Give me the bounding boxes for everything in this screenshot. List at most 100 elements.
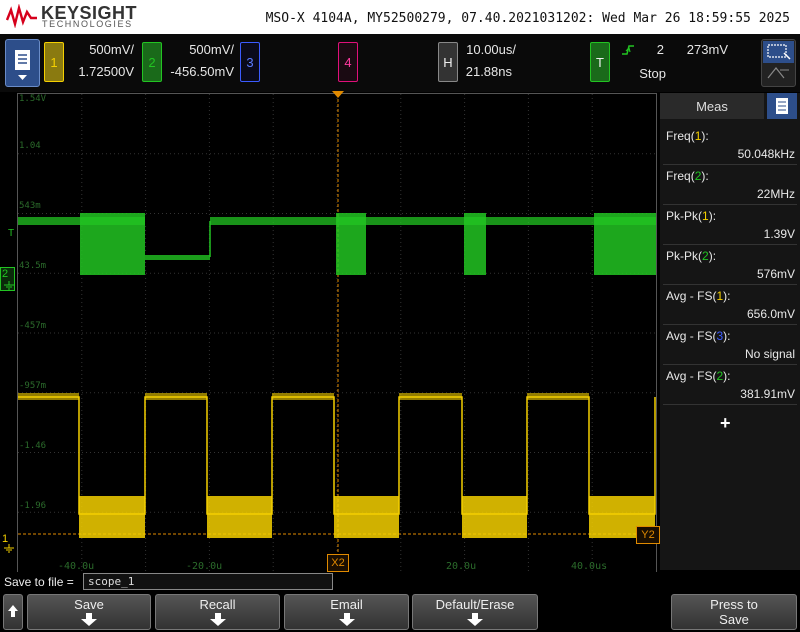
save-softkey[interactable]: Save [27, 594, 151, 630]
press-to-label: Press to [710, 597, 758, 612]
channel-2-gap [145, 217, 210, 225]
channel-2-burst [80, 213, 145, 275]
channel-1-noise-band [207, 496, 272, 538]
meas-name: Pk-Pk [666, 209, 699, 223]
meas-label: Avg - FS(1): [666, 289, 731, 303]
meas-name: Freq [666, 169, 691, 183]
ground-icon [4, 544, 14, 553]
cursor-y2-label: Y2 [641, 529, 655, 541]
meas-row[interactable]: Avg - FS(3): No signal [663, 325, 797, 365]
add-measurement-button[interactable]: + [720, 413, 731, 434]
volt-label-2: 543m [19, 201, 41, 211]
meas-menu-button[interactable] [767, 93, 797, 119]
trigger-source: 2 [656, 42, 664, 57]
channel-1-noise-band [79, 496, 145, 538]
meas-value: 576mV [756, 267, 795, 281]
email-softkey-label: Email [330, 597, 363, 612]
menu-icon [776, 98, 788, 114]
meas-name: Avg - FS [666, 369, 713, 383]
channel-1-noise-band [399, 393, 462, 400]
meas-channel: 3 [716, 329, 724, 343]
volt-label-0: 1.54V [19, 94, 47, 104]
meas-channel: 2 [694, 169, 702, 183]
cursor-y2-marker[interactable]: Y2 [636, 526, 660, 544]
save-to-file-label: Save to file = [4, 575, 74, 589]
meas-value: 22MHz [756, 187, 795, 201]
meas-name: Pk-Pk [666, 249, 699, 263]
save-softkey-label: Save [74, 597, 104, 612]
meas-value: 381.91mV [740, 387, 795, 401]
meas-label: Freq(1): [666, 129, 709, 143]
trigger-button[interactable]: T [590, 42, 610, 82]
default-erase-softkey[interactable]: Default/Erase [412, 594, 538, 630]
volt-label-5: -957m [19, 381, 47, 391]
brand-sub: TECHNOLOGIES [42, 19, 133, 29]
channel-2-offset: -456.50mV [170, 64, 234, 79]
waveform-display[interactable] [17, 93, 657, 573]
meas-row[interactable]: Freq(1): 50.048kHz [663, 125, 797, 165]
trigger-level-marker: T [8, 228, 15, 239]
meas-row[interactable]: Pk-Pk(2): 576mV [663, 245, 797, 285]
zoom-icon [763, 41, 794, 79]
channel-2-low-segment [145, 255, 210, 260]
channel-3-button[interactable]: 3 [240, 42, 260, 82]
volt-label-3: 43.5m [19, 261, 47, 271]
channel-1-offset: 1.72500V [78, 64, 134, 79]
meas-row[interactable]: Freq(2): 22MHz [663, 165, 797, 205]
channel-2-button[interactable]: 2 [142, 42, 162, 82]
cursor-x2-label: X2 [331, 557, 345, 569]
meas-value: No signal [744, 347, 795, 361]
meas-divider [663, 404, 797, 405]
time-label-2: 20.0u [446, 561, 477, 572]
volt-label-4: -457m [19, 321, 47, 331]
channel-2-burst [594, 213, 656, 275]
zoom-button[interactable] [761, 39, 796, 87]
recall-softkey[interactable]: Recall [155, 594, 280, 630]
channel-1-button[interactable]: 1 [44, 42, 64, 82]
meas-name: Freq [666, 129, 691, 143]
down-arrow-icon [209, 613, 226, 626]
meas-channel: 2 [702, 249, 709, 263]
meas-channel: 2 [716, 369, 724, 383]
volt-label-6: -1.46 [19, 441, 47, 451]
meas-label: Freq(2): [666, 169, 709, 183]
channel-1-scale: 500mV/ [89, 42, 134, 57]
meas-label: Pk-Pk(1): [666, 209, 717, 223]
horizontal-timebase: 10.00us/ [466, 42, 516, 57]
meas-tab[interactable]: Meas [660, 93, 764, 119]
meas-value: 656.0mV [746, 307, 795, 321]
default-erase-softkey-label: Default/Erase [435, 597, 515, 612]
trigger-level: 273mV [686, 42, 728, 57]
meas-row[interactable]: Avg - FS(1): 656.0mV [663, 285, 797, 325]
meas-label: Pk-Pk(2): [666, 249, 717, 263]
filename-field[interactable]: scope_1 [83, 573, 333, 590]
rising-edge-icon [622, 45, 634, 55]
meas-value: 1.39V [763, 227, 795, 241]
email-softkey[interactable]: Email [284, 594, 409, 630]
channel-1-noise-band [334, 496, 399, 538]
keysight-logo-icon [6, 4, 37, 28]
channel-4-button[interactable]: 4 [338, 42, 358, 82]
meas-channel: 1 [694, 129, 702, 143]
run-status: Stop [639, 66, 666, 81]
channel-2-marker-label: 2 [2, 268, 9, 280]
recall-softkey-label: Recall [199, 597, 236, 612]
down-arrow-icon [338, 613, 355, 626]
main-menu-button[interactable] [5, 39, 40, 87]
channel-2-burst [464, 213, 486, 275]
back-button[interactable] [3, 594, 23, 630]
up-arrow-icon [8, 605, 18, 617]
waveform-graticule [18, 94, 656, 572]
channel-1-noise-band [272, 393, 334, 400]
horizontal-button[interactable]: H [438, 42, 458, 82]
time-label-0: -40.0u [58, 561, 95, 572]
meas-title: Meas [696, 98, 728, 114]
meas-row[interactable]: Pk-Pk(1): 1.39V [663, 205, 797, 245]
press-to-save-softkey[interactable]: Press to Save [671, 594, 797, 630]
cursor-x2-marker[interactable]: X2 [327, 554, 349, 572]
meas-channel: 1 [702, 209, 709, 223]
time-label-3: 40.0us [571, 561, 608, 572]
volt-label-1: 1.04 [19, 141, 41, 151]
meas-label: Avg - FS(2): [666, 369, 731, 383]
meas-row[interactable]: Avg - FS(2): 381.91mV [663, 365, 797, 405]
